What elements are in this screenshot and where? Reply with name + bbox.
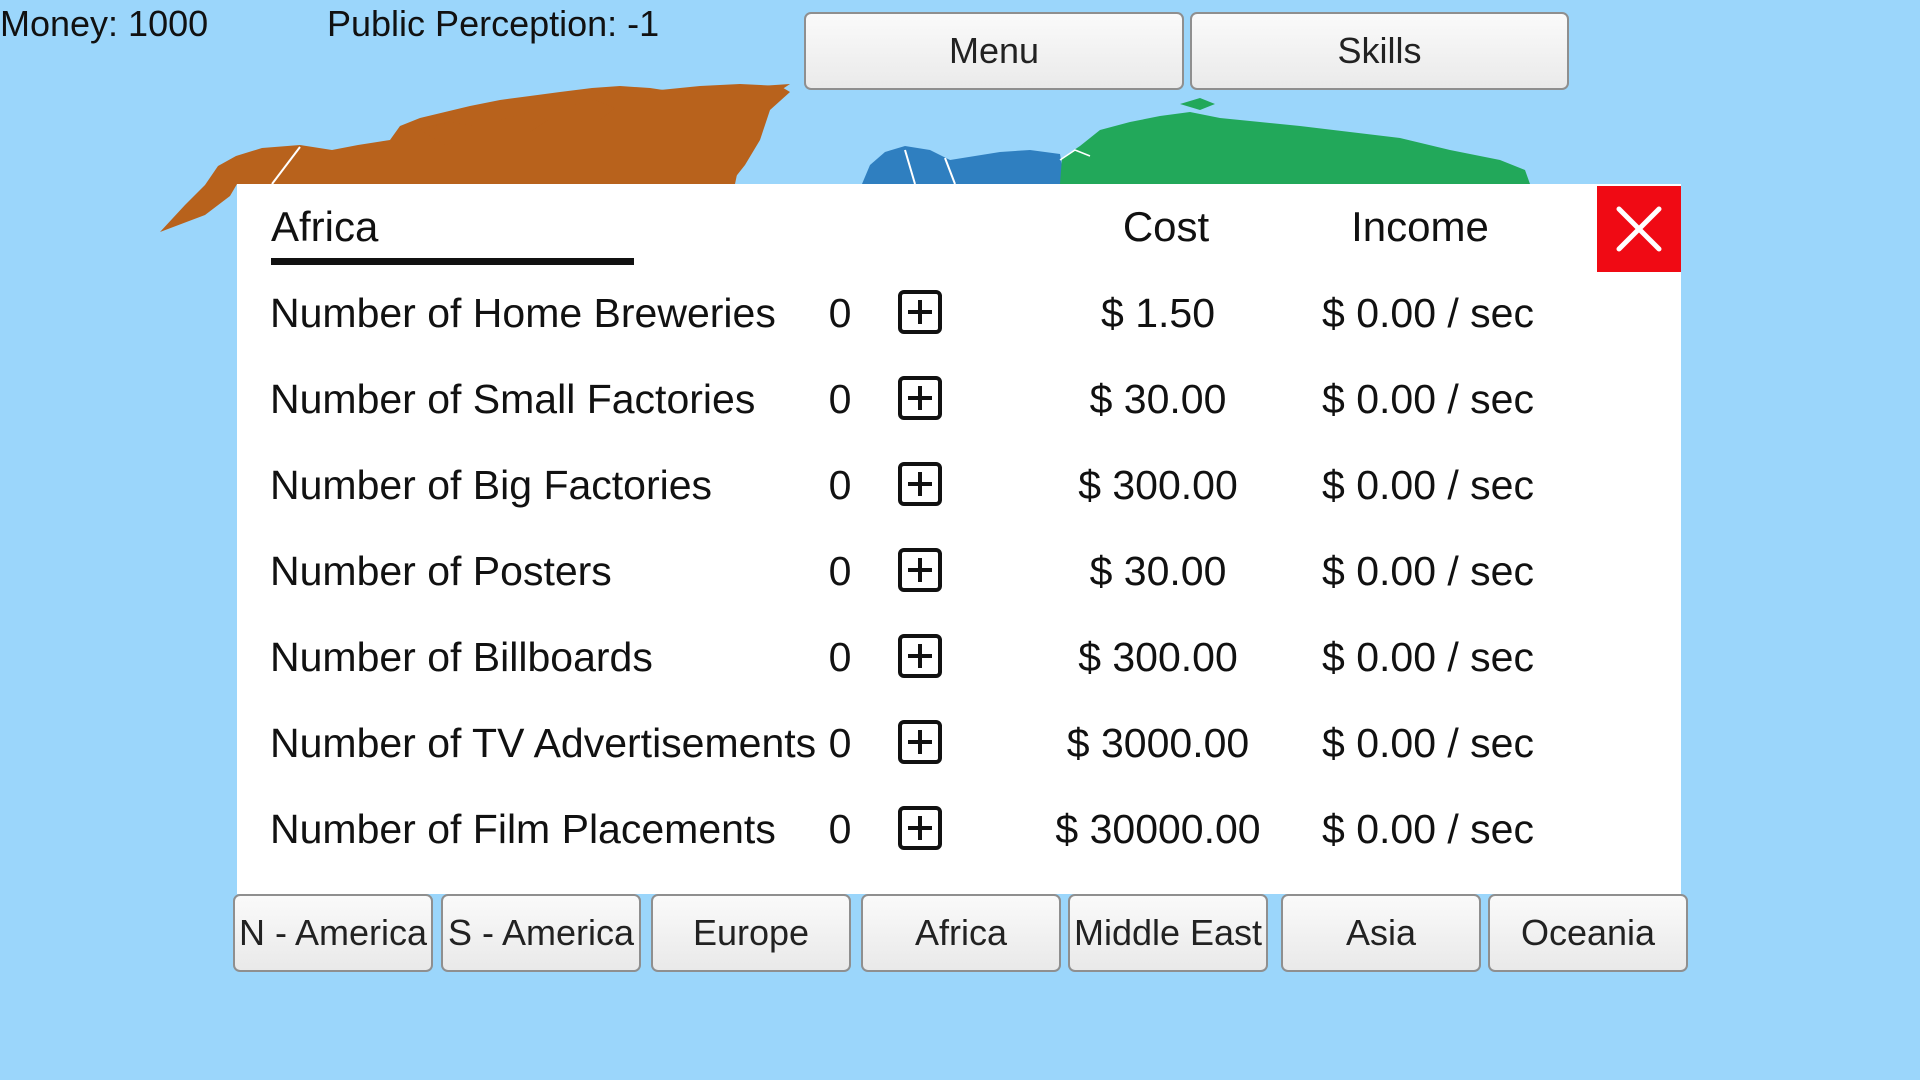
cost-header: Cost: [1122, 203, 1210, 250]
row-income: $ 0.00 / sec: [1322, 548, 1534, 594]
row-income: $ 0.00 / sec: [1322, 806, 1534, 852]
buy-film-placement-button[interactable]: [898, 806, 942, 850]
row-income: $ 0.00 / sec: [1322, 290, 1534, 336]
row-label: Number of Big Factories: [270, 462, 713, 508]
row-cost: $ 3000.00: [1066, 720, 1250, 766]
row-income: $ 0.00 / sec: [1322, 462, 1534, 508]
buy-home-brewery-button[interactable]: [898, 290, 942, 334]
row-cost: $ 30000.00: [1055, 806, 1261, 852]
plus-icon: [908, 386, 932, 410]
buy-poster-button[interactable]: [898, 548, 942, 592]
row-count: 0: [828, 290, 852, 336]
row-cost: $ 1.50: [1101, 290, 1215, 336]
row-count: 0: [828, 376, 852, 422]
row-label: Number of TV Advertisements: [270, 720, 817, 766]
plus-icon: [908, 472, 932, 496]
tab-south-america[interactable]: S - America: [441, 894, 641, 972]
income-header: Income: [1351, 203, 1489, 250]
row-count: 0: [828, 548, 852, 594]
buy-small-factory-button[interactable]: [898, 376, 942, 420]
row-cost: $ 300.00: [1078, 634, 1238, 680]
asia-landmass: [1060, 112, 1530, 184]
tab-africa[interactable]: Africa: [861, 894, 1061, 972]
buy-big-factory-button[interactable]: [898, 462, 942, 506]
row-label: Number of Film Placements: [270, 806, 776, 852]
tab-middle-east[interactable]: Middle East: [1068, 894, 1268, 972]
money-display: Money: 1000: [0, 3, 209, 44]
arctic-islands: [1180, 98, 1215, 110]
tab-oceania[interactable]: Oceania: [1488, 894, 1688, 972]
plus-icon: [908, 300, 932, 324]
plus-icon: [908, 644, 932, 668]
row-cost: $ 30.00: [1089, 376, 1227, 422]
public-perception-display: Public Perception: -1: [327, 3, 660, 44]
row-count: 0: [828, 806, 852, 852]
upgrade-row-small-factories: Number of Small Factories 0 $ 30.00 $ 0.…: [0, 356, 1920, 442]
row-income: $ 0.00 / sec: [1322, 376, 1534, 422]
buy-tv-advertisement-button[interactable]: [898, 720, 942, 764]
row-count: 0: [828, 720, 852, 766]
plus-icon: [908, 558, 932, 582]
row-income: $ 0.00 / sec: [1322, 720, 1534, 766]
upgrade-row-film-placements: Number of Film Placements 0 $ 30000.00 $…: [0, 786, 1920, 872]
europe-landmass: [862, 146, 1065, 184]
skills-button[interactable]: Skills: [1190, 12, 1569, 90]
region-title: Africa: [271, 203, 379, 250]
close-button[interactable]: [1597, 186, 1681, 272]
upgrade-row-posters: Number of Posters 0 $ 30.00 $ 0.00 / sec: [0, 528, 1920, 614]
region-title-underline: [271, 258, 634, 265]
row-label: Number of Small Factories: [270, 376, 756, 422]
plus-icon: [908, 730, 932, 754]
row-count: 0: [828, 634, 852, 680]
upgrade-row-big-factories: Number of Big Factories 0 $ 300.00 $ 0.0…: [0, 442, 1920, 528]
menu-button[interactable]: Menu: [804, 12, 1184, 90]
row-income: $ 0.00 / sec: [1322, 634, 1534, 680]
plus-icon: [908, 816, 932, 840]
upgrade-row-billboards: Number of Billboards 0 $ 300.00 $ 0.00 /…: [0, 614, 1920, 700]
upgrade-row-tv-advertisements: Number of TV Advertisements 0 $ 3000.00 …: [0, 700, 1920, 786]
tab-europe[interactable]: Europe: [651, 894, 851, 972]
tab-north-america[interactable]: N - America: [233, 894, 433, 972]
row-label: Number of Posters: [270, 548, 612, 594]
close-icon: [1616, 206, 1662, 252]
row-cost: $ 300.00: [1078, 462, 1238, 508]
buy-billboard-button[interactable]: [898, 634, 942, 678]
upgrade-row-home-breweries: Number of Home Breweries 0 $ 1.50 $ 0.00…: [0, 270, 1920, 356]
row-cost: $ 30.00: [1089, 548, 1227, 594]
row-label: Number of Home Breweries: [270, 290, 776, 336]
tab-asia[interactable]: Asia: [1281, 894, 1481, 972]
row-count: 0: [828, 462, 852, 508]
row-label: Number of Billboards: [270, 634, 653, 680]
greenland-landmass: [660, 84, 790, 184]
